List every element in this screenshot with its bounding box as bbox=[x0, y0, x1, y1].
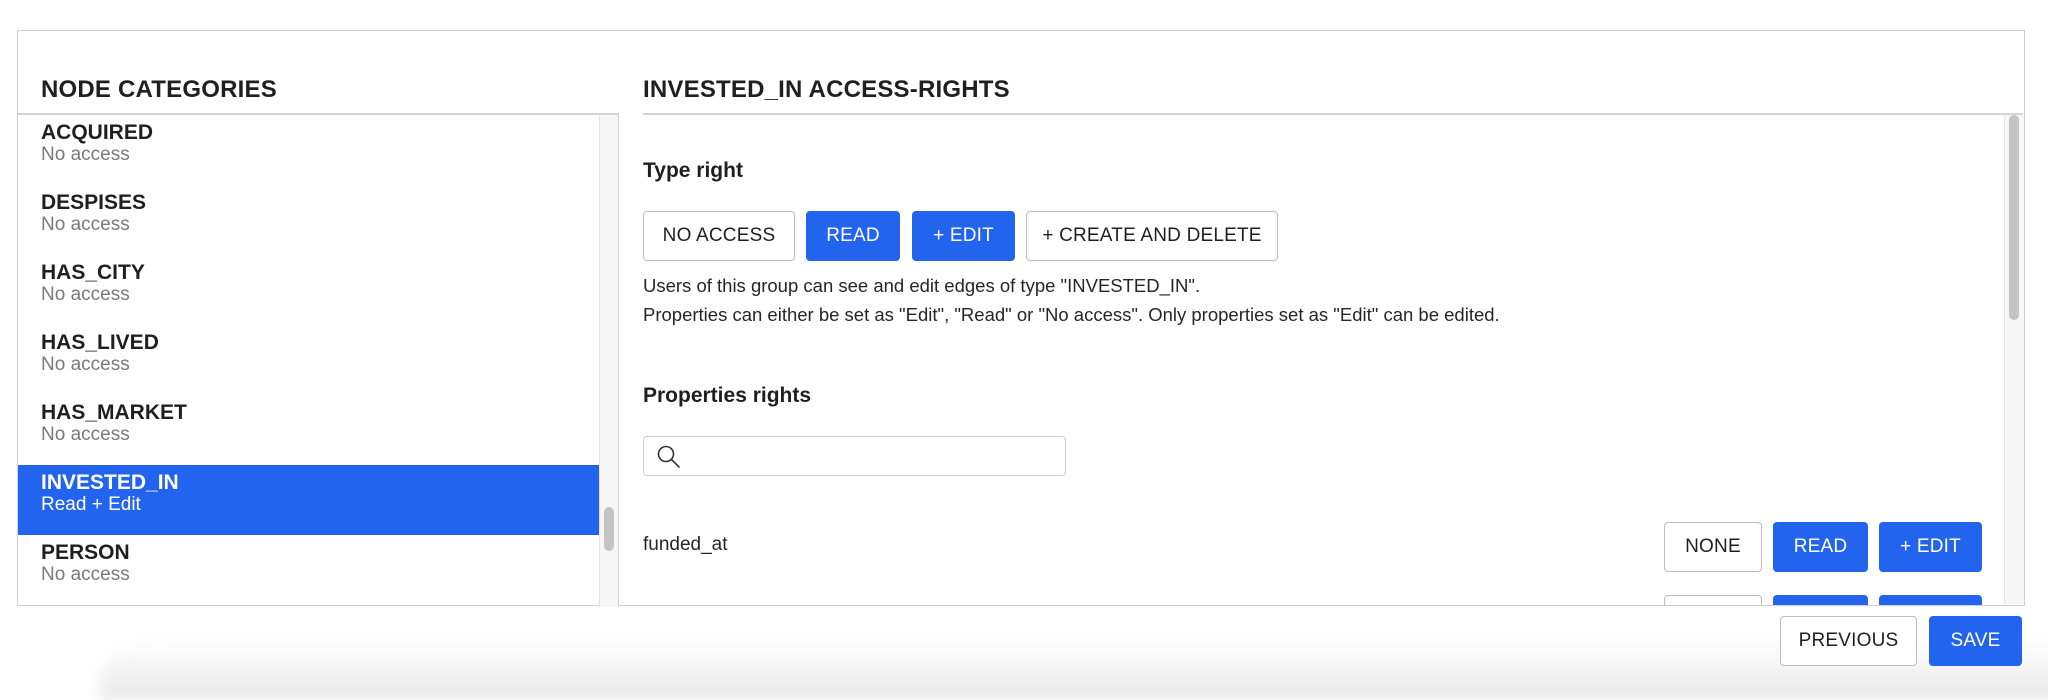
type-right-description-line1: Users of this group can see and edit edg… bbox=[643, 275, 1201, 296]
previous-button[interactable]: PREVIOUS bbox=[1780, 616, 1917, 666]
access-rights-scrollbar[interactable] bbox=[2004, 115, 2024, 604]
property-read-button[interactable]: READ bbox=[1773, 522, 1868, 572]
property-none-button[interactable]: NONE bbox=[1664, 522, 1762, 572]
save-button[interactable]: SAVE bbox=[1929, 616, 2022, 666]
type-right-description-line2: Properties can either be set as "Edit", … bbox=[643, 304, 1500, 325]
search-icon bbox=[657, 445, 680, 468]
edit-button[interactable]: + EDIT bbox=[912, 211, 1015, 261]
property-read-button[interactable] bbox=[1773, 595, 1868, 605]
property-none-button[interactable] bbox=[1664, 595, 1762, 605]
footer-shadow bbox=[100, 640, 2048, 700]
property-edit-button[interactable]: + EDIT bbox=[1879, 522, 1982, 572]
properties-rights-heading: Properties rights bbox=[643, 384, 812, 407]
properties-search-input[interactable] bbox=[688, 441, 1062, 473]
no-access-button[interactable]: NO ACCESS bbox=[643, 211, 795, 261]
access-rights-scroll-thumb[interactable] bbox=[2009, 115, 2019, 320]
property-name: funded_at bbox=[643, 534, 728, 555]
create-and-delete-button[interactable]: + CREATE AND DELETE bbox=[1026, 211, 1278, 261]
access-rights-content: Type right NO ACCESS READ + EDIT + CREAT… bbox=[18, 31, 2023, 605]
property-edit-button[interactable] bbox=[1879, 595, 1982, 605]
read-button[interactable]: READ bbox=[806, 211, 900, 261]
type-right-heading: Type right bbox=[643, 159, 743, 182]
properties-search[interactable] bbox=[643, 436, 1066, 476]
